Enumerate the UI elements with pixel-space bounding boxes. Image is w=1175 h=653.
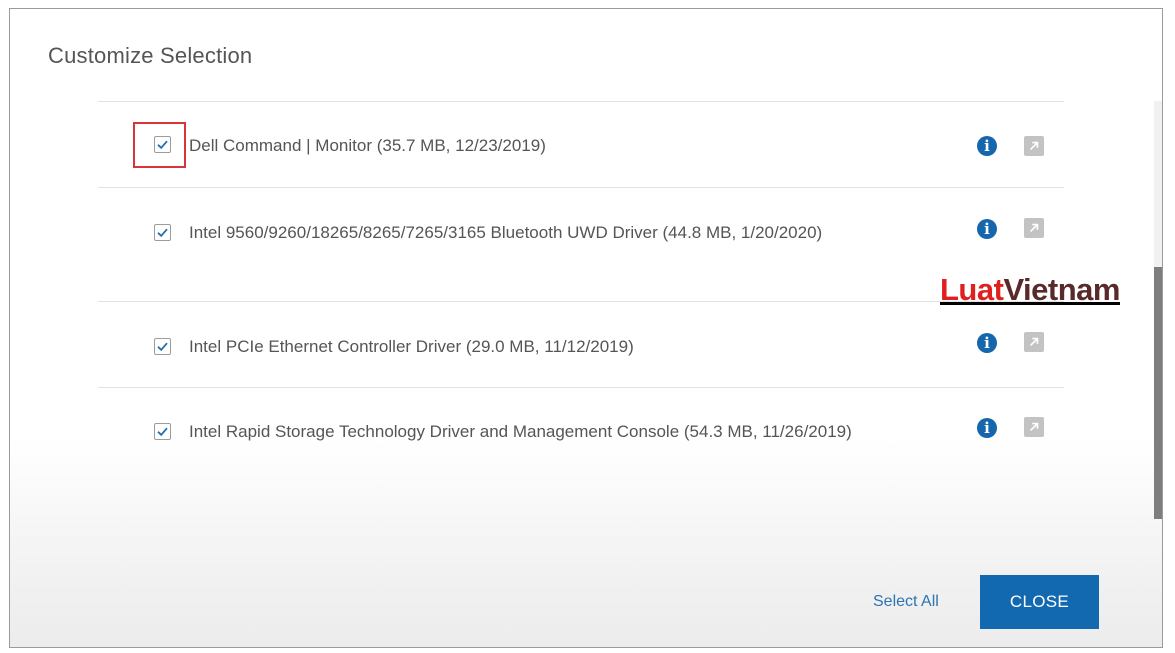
item-checkbox[interactable]	[154, 338, 171, 355]
checkmark-icon	[157, 228, 168, 238]
driver-list: Dell Command | Monitor (35.7 MB, 12/23/2…	[98, 101, 1064, 497]
checkmark-icon	[157, 427, 168, 437]
info-icon[interactable]: i	[977, 136, 997, 156]
watermark-logo: LuatVietnam	[940, 272, 1120, 308]
watermark-part1: Luat	[940, 272, 1004, 307]
checkmark-icon	[157, 342, 168, 352]
external-link-icon[interactable]	[1024, 332, 1044, 352]
external-link-icon[interactable]	[1024, 218, 1044, 238]
item-label: Intel 9560/9260/18265/8265/7265/3165 Blu…	[189, 223, 823, 242]
watermark-part2: Vietnam	[1003, 272, 1120, 307]
dialog-title: Customize Selection	[48, 43, 253, 68]
list-item: Intel Rapid Storage Technology Driver an…	[98, 387, 1064, 497]
item-checkbox[interactable]	[154, 423, 171, 440]
item-checkbox[interactable]	[154, 224, 171, 241]
list-item: Intel PCIe Ethernet Controller Driver (2…	[98, 301, 1064, 387]
close-button[interactable]: CLOSE	[980, 575, 1099, 629]
item-label: Intel Rapid Storage Technology Driver an…	[189, 422, 852, 441]
highlight-box	[133, 122, 186, 168]
select-all-link[interactable]: Select All	[873, 593, 939, 611]
list-item: Dell Command | Monitor (35.7 MB, 12/23/2…	[98, 101, 1064, 187]
external-link-icon[interactable]	[1024, 136, 1044, 156]
scrollbar-thumb[interactable]	[1154, 267, 1162, 519]
item-label: Intel PCIe Ethernet Controller Driver (2…	[189, 337, 634, 356]
item-label: Dell Command | Monitor (35.7 MB, 12/23/2…	[189, 136, 546, 155]
list-item: Intel 9560/9260/18265/8265/7265/3165 Blu…	[98, 187, 1064, 301]
info-icon[interactable]: i	[977, 333, 997, 353]
info-icon[interactable]: i	[977, 418, 997, 438]
external-link-icon[interactable]	[1024, 417, 1044, 437]
info-icon[interactable]: i	[977, 219, 997, 239]
customize-selection-dialog: Customize Selection Dell Command | Monit…	[9, 8, 1163, 648]
